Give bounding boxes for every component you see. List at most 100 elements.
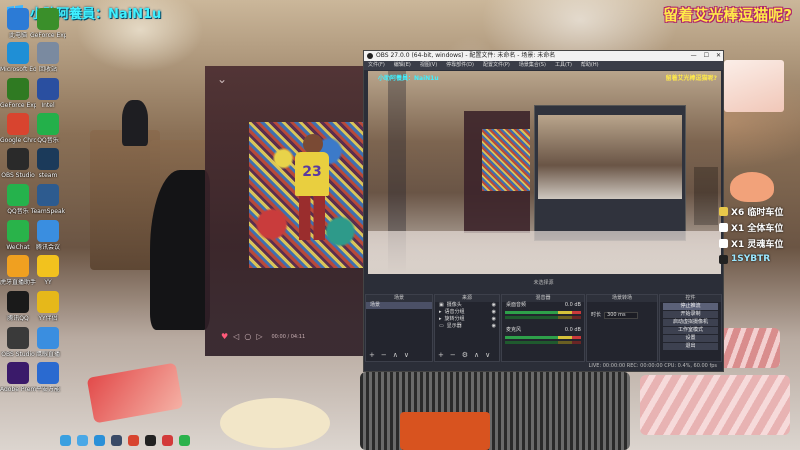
menu-docks[interactable]: 停靠部件(D) bbox=[446, 61, 474, 70]
player-controls: ♥ ◁ ○ ▷ 00:00 / 04:11 bbox=[221, 332, 305, 341]
move-down-icon[interactable]: ∨ bbox=[485, 351, 490, 359]
menu-help[interactable]: 帮助(H) bbox=[581, 61, 599, 70]
huya-icon bbox=[7, 255, 29, 277]
chat-text: X6 临时车位 bbox=[731, 207, 784, 218]
wechat-icon[interactable] bbox=[179, 434, 190, 446]
obs-titlebar[interactable]: OBS 27.0.0 (64-bit, windows) - 配置文件: 未命名… bbox=[364, 51, 723, 61]
desktop-shortcut[interactable]: TeamSpeak bbox=[30, 184, 66, 215]
diner-figure bbox=[122, 100, 148, 146]
source-label: 显示器 bbox=[446, 323, 462, 329]
desktop-shortcut[interactable]: 鹰眼直播 bbox=[30, 327, 66, 358]
netease-music-icon[interactable] bbox=[162, 434, 173, 446]
previous-track-icon[interactable]: ◁ bbox=[233, 332, 239, 341]
desktop-shortcut[interactable]: 平安万能 bbox=[30, 362, 66, 393]
teamspeak-icon bbox=[37, 184, 59, 206]
move-up-icon[interactable]: ∧ bbox=[474, 351, 479, 359]
source-item[interactable]: ▸ 语音分组 ◉ bbox=[435, 309, 499, 316]
collapse-chevron-icon[interactable]: ⌄ bbox=[217, 72, 227, 86]
scene-item[interactable]: 场景 bbox=[366, 302, 432, 309]
source-item[interactable]: ▣ 摄像头 ◉ bbox=[435, 302, 499, 309]
move-down-icon[interactable]: ∨ bbox=[404, 351, 409, 359]
volume-slider[interactable] bbox=[505, 316, 581, 319]
shortcut-label: TeamSpeak bbox=[30, 208, 66, 215]
source-label: 旋转分组 bbox=[444, 316, 465, 322]
track-db: 0.0 dB bbox=[564, 327, 581, 333]
virtual-camera-button[interactable]: 启动虚拟摄像机 bbox=[663, 319, 718, 326]
studio-mode-button[interactable]: 工作室模式 bbox=[663, 327, 718, 334]
start-recording-button[interactable]: 开始录制 bbox=[663, 311, 718, 318]
shortcut-label: 鹰眼直播 bbox=[35, 351, 60, 358]
nvidia-icon bbox=[37, 8, 59, 30]
start-icon[interactable] bbox=[60, 434, 71, 446]
chrome-icon[interactable] bbox=[128, 434, 139, 446]
like-heart-icon[interactable]: ♥ bbox=[221, 332, 228, 341]
obs-preview-canvas[interactable]: 小助阿養員：NaiN1u 留着艾光棒逗猫呢? bbox=[368, 71, 721, 274]
add-icon[interactable]: + bbox=[369, 351, 375, 359]
track-name: 桌面音频 bbox=[506, 302, 527, 308]
desktop-shortcut[interactable]: steam bbox=[30, 148, 66, 179]
audio-mixer-dock: 混音器 桌面音频 0.0 dB 麦克风 0.0 dB bbox=[501, 294, 585, 362]
desktop-shortcut[interactable]: 回收站 bbox=[30, 42, 66, 73]
steam-icon[interactable] bbox=[111, 434, 122, 446]
shortcut-label: steam bbox=[38, 172, 58, 179]
desktop-shortcut[interactable]: 腾讯会议 bbox=[30, 220, 66, 251]
move-up-icon[interactable]: ∧ bbox=[393, 351, 398, 359]
play-pause-icon[interactable]: ○ bbox=[244, 332, 251, 341]
album-art-figure-head bbox=[303, 134, 323, 154]
obs-statusbar: LIVE: 00:00:00 REC: 00:00:00 CPU: 0.4%, … bbox=[364, 362, 723, 371]
exit-button[interactable]: 退出 bbox=[663, 343, 718, 350]
stop-streaming-button[interactable]: 停止推流 bbox=[663, 303, 718, 310]
desktop-shortcut[interactable]: YY bbox=[30, 255, 66, 286]
desktop-shortcut[interactable]: GeForce Experience bbox=[30, 8, 66, 39]
visibility-eye-icon[interactable]: ◉ bbox=[492, 309, 496, 316]
add-icon[interactable]: + bbox=[438, 351, 444, 359]
tiktok-icon bbox=[719, 254, 728, 264]
duration-label: 时长 bbox=[591, 312, 602, 318]
file-explorer-icon[interactable] bbox=[77, 434, 88, 446]
stream-thumbnail bbox=[724, 60, 784, 112]
visibility-eye-icon[interactable]: ◉ bbox=[492, 302, 496, 309]
menu-file[interactable]: 文件(F) bbox=[368, 61, 385, 70]
visibility-eye-icon[interactable]: ◉ bbox=[492, 323, 496, 330]
menu-edit[interactable]: 编辑(E) bbox=[394, 61, 411, 70]
desktop-shortcut[interactable]: Intel bbox=[30, 78, 66, 109]
group-icon: ▸ bbox=[439, 309, 442, 315]
taskbar bbox=[60, 432, 190, 448]
minimize-icon[interactable]: — bbox=[691, 51, 697, 61]
duration-input[interactable]: 300 ms bbox=[604, 312, 639, 319]
source-label: 摄像头 bbox=[446, 302, 462, 308]
preview-album-art bbox=[482, 129, 530, 191]
preview-chat-overlay bbox=[694, 167, 718, 225]
visibility-eye-icon[interactable]: ◉ bbox=[492, 316, 496, 323]
edge-icon bbox=[7, 42, 29, 64]
menu-profile[interactable]: 配置文件(P) bbox=[483, 61, 510, 70]
chat-text: 1SYBTR bbox=[731, 254, 771, 264]
computer-icon bbox=[7, 8, 29, 30]
edge-icon[interactable] bbox=[94, 434, 105, 446]
track-name: 麦克风 bbox=[506, 327, 522, 333]
camera-icon: ▣ bbox=[439, 302, 444, 308]
settings-button[interactable]: 设置 bbox=[663, 335, 718, 342]
menu-tools[interactable]: 工具(T) bbox=[555, 61, 572, 70]
volume-slider[interactable] bbox=[505, 341, 581, 344]
desktop-shortcut[interactable]: QQ音乐 bbox=[30, 113, 66, 144]
remove-icon[interactable]: − bbox=[450, 351, 456, 359]
next-track-icon[interactable]: ▷ bbox=[256, 332, 262, 341]
eagle-icon bbox=[37, 327, 59, 349]
source-item[interactable]: ▭ 显示器 ◉ bbox=[435, 323, 499, 330]
obs-logo-icon bbox=[367, 53, 373, 59]
obs-icon[interactable] bbox=[145, 434, 156, 446]
menu-scene-collection[interactable]: 场景集合(S) bbox=[519, 61, 546, 70]
gear-icon[interactable]: ⚙ bbox=[462, 351, 468, 359]
close-icon[interactable]: ✕ bbox=[716, 51, 721, 61]
maximize-icon[interactable]: ☐ bbox=[704, 51, 709, 61]
source-item[interactable]: ▸ 旋转分组 ◉ bbox=[435, 316, 499, 323]
shield-icon bbox=[37, 362, 59, 384]
wechat-icon bbox=[7, 220, 29, 242]
preview-caption-left: 小助阿養員：NaiN1u bbox=[378, 75, 439, 82]
chat-message: X6 临时车位 bbox=[719, 203, 789, 219]
menu-view[interactable]: 视图(V) bbox=[420, 61, 437, 70]
desktop-shortcut[interactable]: YY伴侣 bbox=[30, 291, 66, 322]
shortcut-label: 回收站 bbox=[38, 66, 57, 73]
remove-icon[interactable]: − bbox=[381, 351, 387, 359]
